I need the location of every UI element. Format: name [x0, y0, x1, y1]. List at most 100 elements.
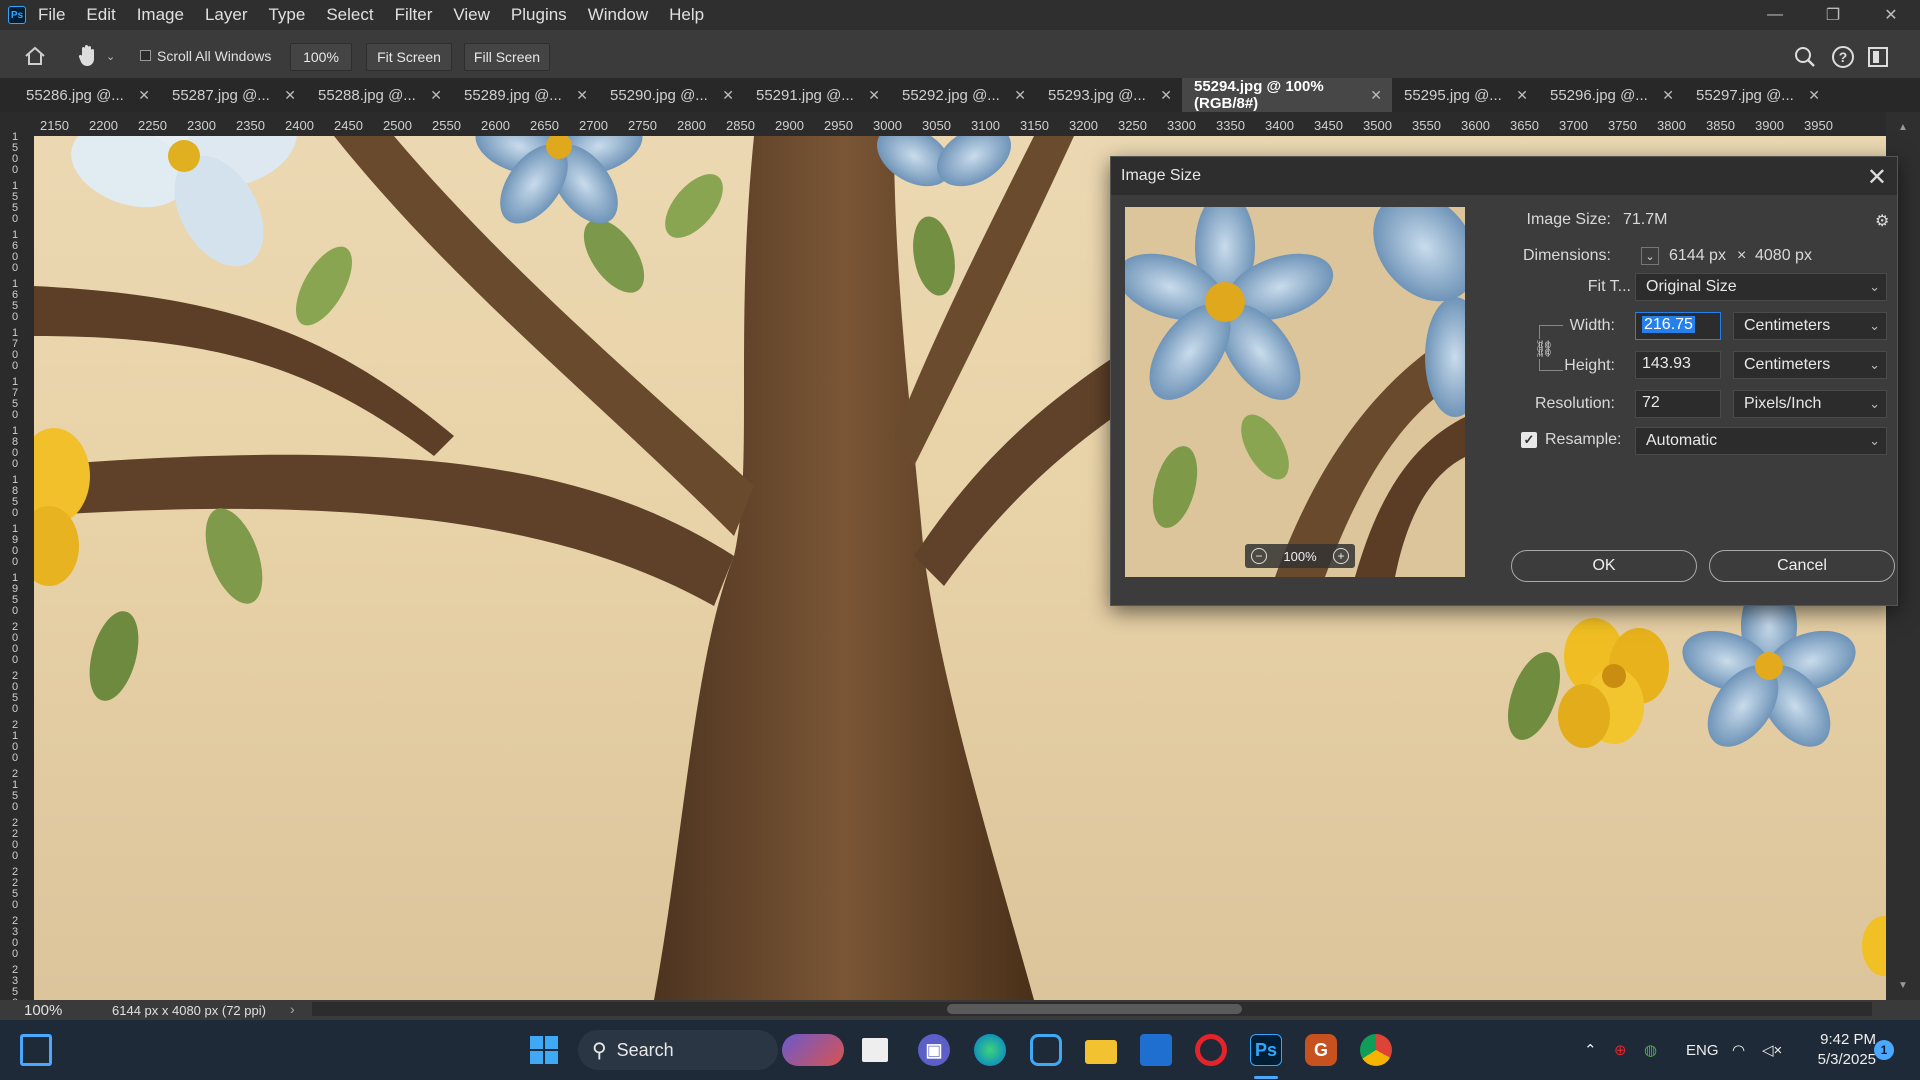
tab-close-icon[interactable]: ✕ — [1662, 87, 1674, 104]
widgets-icon[interactable] — [20, 1034, 52, 1066]
show-hidden-icons-icon[interactable]: ⌃ — [1584, 1020, 1597, 1080]
menu-select[interactable]: Select — [326, 5, 373, 25]
ok-button[interactable]: OK — [1511, 550, 1697, 582]
menu-view[interactable]: View — [453, 5, 490, 25]
preview-zoom-level: 100% — [1283, 548, 1317, 564]
width-unit-select[interactable]: Centimeters ⌄ — [1733, 312, 1887, 340]
menu-plugins[interactable]: Plugins — [511, 5, 567, 25]
hand-tool-icon[interactable] — [76, 42, 100, 68]
tray-app-icon[interactable]: ⊕ — [1614, 1020, 1627, 1080]
scroll-up-icon[interactable]: ▲ — [1898, 122, 1908, 133]
fit-screen-button[interactable]: Fit Screen — [366, 43, 452, 71]
tab-close-icon[interactable]: ✕ — [430, 87, 442, 104]
menu-file[interactable]: File — [38, 5, 65, 25]
edge-icon[interactable] — [974, 1034, 1006, 1066]
menu-window[interactable]: Window — [588, 5, 648, 25]
clock[interactable]: 9:42 PM 5/3/2025 — [1800, 1030, 1876, 1070]
resample-select[interactable]: Automatic ⌄ — [1635, 427, 1887, 455]
close-icon[interactable]: ✕ — [1867, 163, 1887, 192]
tab-6[interactable]: 55291.jpg @... ✕ — [744, 78, 890, 112]
tray-network-app-icon[interactable]: ◍ — [1644, 1020, 1657, 1080]
tab-close-icon[interactable]: ✕ — [1808, 87, 1820, 104]
ruler-h-label: 2200 — [89, 118, 118, 133]
gear-icon[interactable]: ⚙ — [1875, 211, 1889, 231]
tab-close-icon[interactable]: ✕ — [138, 87, 150, 104]
menu-edit[interactable]: Edit — [86, 5, 115, 25]
grammarly-icon[interactable]: G — [1305, 1034, 1337, 1066]
tab-8[interactable]: 55293.jpg @... ✕ — [1036, 78, 1182, 112]
zoom-100-button[interactable]: 100% — [290, 43, 352, 71]
fill-screen-button[interactable]: Fill Screen — [464, 43, 550, 71]
opera-icon[interactable] — [1195, 1034, 1227, 1066]
fit-to-select[interactable]: Original Size ⌄ — [1635, 273, 1887, 301]
image-preview[interactable]: − 100% + — [1125, 207, 1465, 577]
status-chevron-icon[interactable]: › — [290, 1001, 295, 1017]
close-icon[interactable]: ✕ — [1862, 0, 1920, 30]
resolution-unit-select[interactable]: Pixels/Inch ⌄ — [1733, 390, 1887, 418]
resolution-input[interactable]: 72 — [1635, 390, 1721, 418]
task-view-icon[interactable] — [862, 1038, 888, 1062]
zoom-out-icon[interactable]: − — [1251, 548, 1267, 564]
tab-close-icon[interactable]: ✕ — [576, 87, 588, 104]
wifi-icon[interactable]: ◠ — [1732, 1020, 1745, 1080]
home-icon[interactable] — [24, 46, 46, 66]
height-unit-select[interactable]: Centimeters ⌄ — [1733, 351, 1887, 379]
menu-help[interactable]: Help — [669, 5, 704, 25]
tab-12[interactable]: 55297.jpg @... ✕ — [1684, 78, 1830, 112]
tab-close-icon[interactable]: ✕ — [1160, 87, 1172, 104]
document-info[interactable]: 6144 px x 4080 px (72 ppi) — [112, 1003, 266, 1018]
help-icon[interactable]: ? — [1832, 46, 1854, 68]
tab-9[interactable]: 55294.jpg @ 100% (RGB/8#) ✕ — [1182, 78, 1392, 112]
scroll-thumb[interactable] — [947, 1004, 1242, 1014]
file-explorer-icon[interactable] — [1085, 1040, 1117, 1064]
tab-10[interactable]: 55295.jpg @... ✕ — [1392, 78, 1538, 112]
height-input[interactable]: 143.93 — [1635, 351, 1721, 379]
minimize-icon[interactable]: — — [1746, 0, 1804, 30]
microsoft-store-icon[interactable] — [1140, 1034, 1172, 1066]
scroll-all-windows-checkbox[interactable] — [140, 50, 151, 61]
tab-7[interactable]: 55292.jpg @... ✕ — [890, 78, 1036, 112]
windows-start-icon[interactable] — [528, 1034, 560, 1066]
vertical-ruler: 1500 1550 1600 1650 1700 1750 1800 1850 1900 1950… — [0, 112, 34, 1000]
tab-1[interactable]: 55286.jpg @... ✕ — [14, 78, 160, 112]
link-icon[interactable]: ⛓ — [1534, 339, 1555, 359]
search-icon[interactable] — [1794, 46, 1816, 68]
language-indicator[interactable]: ENG — [1686, 1020, 1719, 1080]
tab-5[interactable]: 55290.jpg @... ✕ — [598, 78, 744, 112]
tab-close-icon[interactable]: ✕ — [284, 87, 296, 104]
volume-icon[interactable]: ◁× — [1762, 1020, 1782, 1080]
teams-icon[interactable]: ▣ — [918, 1034, 950, 1066]
cancel-button[interactable]: Cancel — [1709, 550, 1895, 582]
zoom-in-icon[interactable]: + — [1333, 548, 1349, 564]
menu-filter[interactable]: Filter — [395, 5, 433, 25]
tab-close-icon[interactable]: ✕ — [1516, 87, 1528, 104]
search-highlight-icon[interactable] — [782, 1034, 844, 1066]
ruler-v-label: 2300 — [12, 915, 19, 960]
tab-4[interactable]: 55289.jpg @... ✕ — [452, 78, 598, 112]
horizontal-scrollbar[interactable] — [312, 1002, 1872, 1016]
tab-close-icon[interactable]: ✕ — [1370, 87, 1382, 104]
maximize-icon[interactable]: ❐ — [1804, 0, 1862, 30]
tab-close-icon[interactable]: ✕ — [722, 87, 734, 104]
tab-close-icon[interactable]: ✕ — [868, 87, 880, 104]
chevron-down-icon[interactable]: ⌄ — [106, 50, 115, 63]
tab-close-icon[interactable]: ✕ — [1014, 87, 1026, 104]
menu-type[interactable]: Type — [268, 5, 305, 25]
tab-3[interactable]: 55288.jpg @... ✕ — [306, 78, 452, 112]
resample-checkbox[interactable]: ✓ — [1521, 432, 1537, 448]
chrome-icon[interactable] — [1360, 1034, 1392, 1066]
menu-image[interactable]: Image — [137, 5, 184, 25]
workspace-icon[interactable] — [1868, 47, 1888, 67]
photoshop-taskbar-icon[interactable]: Ps — [1250, 1034, 1282, 1066]
taskbar-search[interactable]: ⚲ Search — [578, 1030, 778, 1070]
dimensions-dropdown-icon[interactable]: ⌄ — [1641, 247, 1659, 265]
width-input[interactable]: 216.75 — [1635, 312, 1721, 340]
notification-badge[interactable]: 1 — [1874, 1040, 1894, 1060]
menu-layer[interactable]: Layer — [205, 5, 248, 25]
snipping-tool-icon[interactable] — [1030, 1034, 1062, 1066]
tab-11[interactable]: 55296.jpg @... ✕ — [1538, 78, 1684, 112]
tab-2[interactable]: 55287.jpg @... ✕ — [160, 78, 306, 112]
ruler-v-label: 1550 — [12, 180, 19, 225]
scroll-down-icon[interactable]: ▼ — [1898, 980, 1908, 991]
zoom-level[interactable]: 100% — [24, 1002, 62, 1019]
